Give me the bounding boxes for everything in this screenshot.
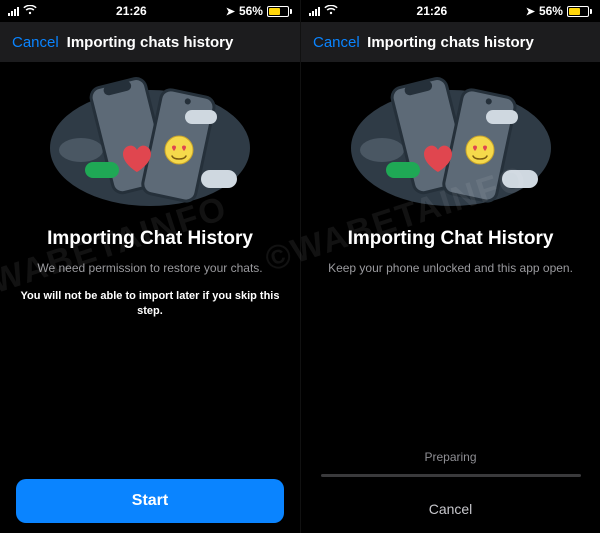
cancel-below-button[interactable]: Cancel [429,501,473,517]
battery-icon [267,6,292,17]
nav-bar: Cancel Importing chats history [0,22,300,62]
main-subtitle: Keep your phone unlocked and this app op… [328,260,573,277]
status-time: 21:26 [116,4,147,18]
wifi-icon [23,4,37,18]
status-time: 21:26 [417,4,448,18]
location-icon: ➤ [526,5,535,18]
battery-percent: 56% [539,4,563,18]
nav-cancel-button[interactable]: Cancel [12,34,59,51]
main-heading: Importing Chat History [47,228,253,250]
main-heading: Importing Chat History [348,228,554,250]
battery-icon [567,6,592,17]
status-bar: 21:26 ➤ 56% [0,0,300,22]
cellular-signal-icon [309,7,320,16]
progress-bar [321,474,581,477]
main-subtitle: We need permission to restore your chats… [37,260,262,277]
battery-percent: 56% [239,4,263,18]
location-icon: ➤ [226,5,235,18]
nav-cancel-button[interactable]: Cancel [313,34,360,51]
cellular-signal-icon [8,7,19,16]
warning-text: You will not be able to import later if … [16,289,284,320]
nav-title: Importing chats history [367,34,534,51]
screen-permission: 21:26 ➤ 56% Cancel Importing chats histo… [0,0,300,533]
illustration-phones [45,76,255,216]
start-button[interactable]: Start [16,479,284,523]
nav-title: Importing chats history [67,34,234,51]
preparing-label: Preparing [424,450,476,464]
illustration-phones [346,76,556,216]
status-bar: 21:26 ➤ 56% [301,0,600,22]
screen-preparing: 21:26 ➤ 56% Cancel Importing chats histo… [300,0,600,533]
nav-bar: Cancel Importing chats history [301,22,600,62]
wifi-icon [324,4,338,18]
